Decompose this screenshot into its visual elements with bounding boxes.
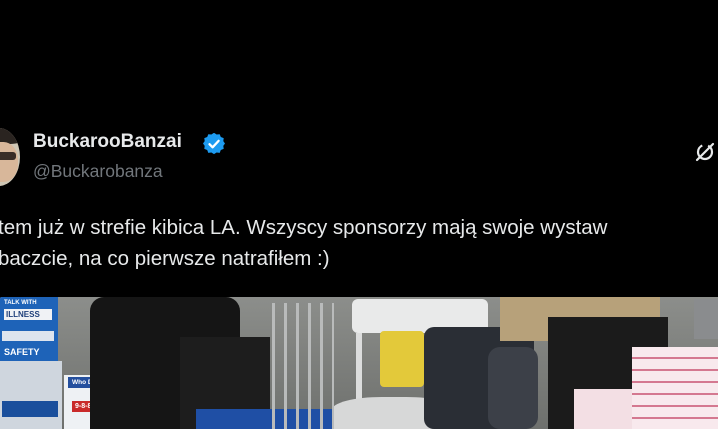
tweet: BuckarooBanzai @Buckarobanza tem już w s… — [0, 0, 718, 429]
tweet-text-line-2: baczcie, na co pierwsze natrafiłem :) — [0, 247, 330, 270]
tweet-media-photo[interactable]: TALK WITH ILLNESS SAFETY Who Do I Call f… — [0, 297, 718, 429]
photo-pamphlet-stack — [632, 347, 718, 429]
tweet-text: tem już w strefie kibica LA. Wszyscy spo… — [0, 212, 718, 274]
grok-icon[interactable] — [694, 141, 716, 163]
photo-flyers — [0, 361, 62, 429]
verified-badge-icon — [203, 133, 225, 155]
photo-flyer-stripe — [2, 401, 58, 417]
author-handle[interactable]: @Buckarobanza — [33, 161, 163, 182]
photo-right-tray — [694, 299, 718, 339]
avatar-face — [0, 142, 18, 182]
author-display-name[interactable]: BuckarooBanzai — [33, 131, 182, 153]
photo-railing — [272, 303, 334, 429]
tweet-text-line-1: tem już w strefie kibica LA. Wszyscy spo… — [0, 216, 608, 239]
photo-sign-1: TALK WITH — [4, 300, 37, 306]
avatar[interactable] — [0, 128, 20, 186]
photo-sign-3: SAFETY — [4, 347, 40, 357]
photo-sign-bar — [2, 331, 54, 341]
avatar-sunglasses — [0, 152, 16, 160]
photo-shiny-bag — [488, 347, 538, 429]
photo-yellow-item — [380, 331, 424, 387]
photo-sign-2: ILLNESS — [4, 309, 52, 320]
